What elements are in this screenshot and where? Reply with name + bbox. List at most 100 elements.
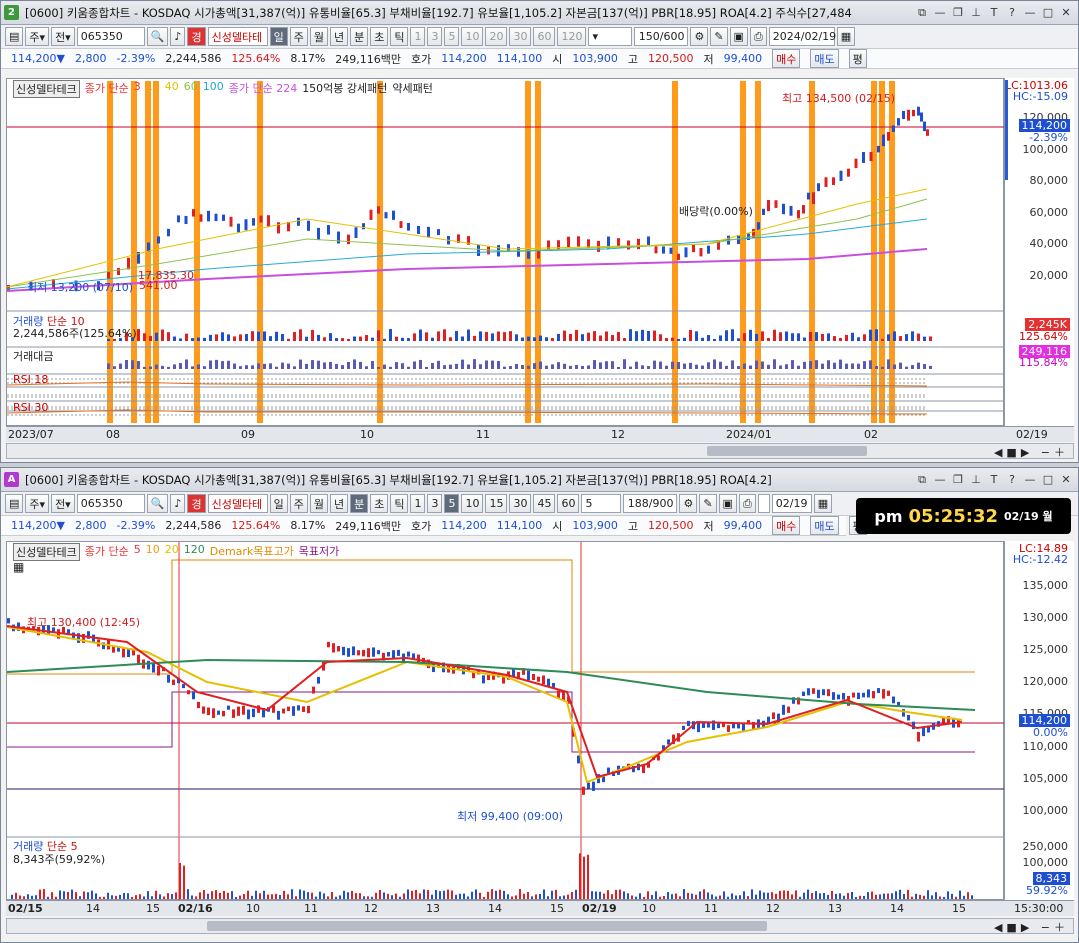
stock-code-input[interactable]: 065350 bbox=[76, 494, 145, 513]
sell-button[interactable]: 매도 bbox=[810, 516, 839, 535]
save-icon[interactable]: ▣ bbox=[718, 494, 737, 513]
help-button[interactable]: ? bbox=[1004, 5, 1020, 20]
date-input[interactable]: 02/19 bbox=[771, 494, 812, 513]
draw-icon[interactable]: ✎ bbox=[710, 27, 728, 46]
period-day[interactable]: 일 bbox=[269, 27, 288, 46]
bottom-scroll-bar[interactable]: ◀■▶ −＋ bbox=[6, 918, 1074, 934]
interval-5[interactable]: 5 bbox=[444, 494, 460, 513]
minimize-button[interactable]: — bbox=[932, 472, 948, 487]
zoom-controls[interactable]: ◀■▶ −＋ bbox=[994, 444, 1069, 460]
print-icon[interactable]: ⎙ bbox=[738, 494, 756, 513]
interval-3[interactable]: 3 bbox=[427, 27, 443, 46]
volume-bar bbox=[497, 331, 500, 341]
settings-icon[interactable]: ⚙ bbox=[679, 494, 698, 513]
search-icon[interactable]: 🔍 bbox=[146, 494, 169, 513]
buy-button[interactable]: 매수 bbox=[772, 516, 801, 535]
date-input[interactable]: 2024/02/19 bbox=[768, 27, 836, 46]
interval-input[interactable]: 5 bbox=[581, 494, 622, 513]
help-button[interactable]: ? bbox=[1004, 472, 1020, 487]
period-second[interactable]: 초 bbox=[370, 27, 389, 46]
stock-type-select[interactable]: 주▾ bbox=[25, 494, 50, 513]
stock-type-select[interactable]: 주▾ bbox=[25, 27, 50, 46]
restore-button[interactable]: ❐ bbox=[950, 5, 966, 20]
volume-bar bbox=[587, 332, 590, 341]
interval-120[interactable]: 120 bbox=[557, 27, 587, 46]
period-week[interactable]: 주 bbox=[289, 494, 308, 513]
top-scroll-bar[interactable]: ◀■▶ −＋ bbox=[6, 443, 1074, 459]
restore-button[interactable]: ❐ bbox=[950, 472, 966, 487]
zoom-controls[interactable]: ◀■▶ −＋ bbox=[994, 919, 1069, 935]
interval-30[interactable]: 30 bbox=[509, 494, 532, 513]
bottom-price-chart[interactable]: 신성델타테크 종가 단순 5 10 20 120 Demark목표고가 목표저가… bbox=[6, 541, 1005, 901]
minimize2-button[interactable]: — bbox=[1022, 472, 1038, 487]
link-icon[interactable]: ⧉ bbox=[914, 472, 930, 487]
period-week[interactable]: 주 bbox=[289, 27, 308, 46]
interval-5[interactable]: 5 bbox=[444, 27, 460, 46]
maximize-button[interactable]: □ bbox=[1040, 472, 1056, 487]
volume-bar bbox=[359, 893, 361, 899]
interval-3[interactable]: 3 bbox=[427, 494, 443, 513]
interval-20[interactable]: 20 bbox=[485, 27, 508, 46]
period-year[interactable]: 년 bbox=[329, 494, 349, 513]
date-checkbox[interactable] bbox=[757, 494, 770, 513]
scroll-thumb[interactable] bbox=[207, 921, 767, 931]
sound-icon[interactable]: ♪ bbox=[170, 27, 186, 46]
menu-grid-icon[interactable]: ▤ bbox=[5, 494, 24, 513]
close-button[interactable]: ✕ bbox=[1058, 472, 1074, 487]
menu-grid-icon[interactable]: ▤ bbox=[5, 27, 24, 46]
eval-button[interactable]: 평 bbox=[848, 49, 867, 68]
interval-1[interactable]: 1 bbox=[410, 494, 426, 513]
grid-icon[interactable]: ▦ bbox=[13, 560, 24, 574]
close-button[interactable]: ✕ bbox=[1058, 5, 1074, 20]
volume-bar bbox=[39, 889, 41, 899]
price-candle bbox=[202, 706, 205, 714]
count-input[interactable]: 150/600 bbox=[634, 27, 689, 46]
alert-badge[interactable]: 경 bbox=[187, 494, 206, 513]
sound-icon[interactable]: ♪ bbox=[170, 494, 186, 513]
market-select[interactable]: 전▾ bbox=[51, 27, 75, 46]
period-minute[interactable]: 분 bbox=[350, 494, 369, 513]
save-icon[interactable]: ▣ bbox=[729, 27, 748, 46]
link-icon[interactable]: ⧉ bbox=[914, 5, 930, 20]
interval-30[interactable]: 30 bbox=[509, 27, 532, 46]
interval-15[interactable]: 15 bbox=[485, 494, 508, 513]
settings-icon[interactable]: ⚙ bbox=[690, 27, 709, 46]
sell-button[interactable]: 매도 bbox=[810, 49, 839, 68]
low-price: 99,400 bbox=[723, 519, 763, 532]
calendar-icon[interactable]: ▦ bbox=[836, 27, 856, 46]
alert-badge[interactable]: 경 bbox=[187, 27, 206, 46]
stock-code-input[interactable]: 065350 bbox=[76, 27, 145, 46]
interval-60[interactable]: 60 bbox=[557, 494, 580, 513]
minimize-button[interactable]: — bbox=[932, 5, 948, 20]
top-price-chart[interactable]: 신성델타테크 종가 단순 3 15 40 60 100 종가 단순 224 15… bbox=[6, 78, 1005, 426]
period-day[interactable]: 일 bbox=[269, 494, 288, 513]
volume-bar bbox=[687, 892, 689, 899]
print-icon[interactable]: ⎙ bbox=[749, 27, 767, 46]
interval-45[interactable]: 45 bbox=[533, 494, 556, 513]
minimize2-button[interactable]: — bbox=[1022, 5, 1038, 20]
pin-icon[interactable]: ⊥ bbox=[968, 472, 984, 487]
interval-10[interactable]: 10 bbox=[461, 27, 484, 46]
interval-60[interactable]: 60 bbox=[533, 27, 556, 46]
period-year[interactable]: 년 bbox=[329, 27, 349, 46]
draw-icon[interactable]: ✎ bbox=[699, 494, 717, 513]
calendar-icon[interactable]: ▦ bbox=[813, 494, 833, 513]
period-month[interactable]: 월 bbox=[309, 494, 328, 513]
scroll-thumb[interactable] bbox=[707, 446, 867, 456]
text-icon[interactable]: T bbox=[986, 5, 1002, 20]
maximize-button[interactable]: □ bbox=[1040, 5, 1056, 20]
interval-10[interactable]: 10 bbox=[461, 494, 484, 513]
count-input[interactable]: 188/900 bbox=[623, 494, 678, 513]
period-second[interactable]: 초 bbox=[370, 494, 389, 513]
period-tick[interactable]: 틱 bbox=[390, 27, 409, 46]
period-month[interactable]: 월 bbox=[309, 27, 328, 46]
period-minute[interactable]: 분 bbox=[350, 27, 369, 46]
interval-input[interactable]: ▾ bbox=[588, 27, 633, 46]
buy-button[interactable]: 매수 bbox=[772, 49, 801, 68]
period-tick[interactable]: 틱 bbox=[390, 494, 409, 513]
pin-icon[interactable]: ⊥ bbox=[968, 5, 984, 20]
text-icon[interactable]: T bbox=[986, 472, 1002, 487]
market-select[interactable]: 전▾ bbox=[51, 494, 75, 513]
interval-1[interactable]: 1 bbox=[410, 27, 426, 46]
search-icon[interactable]: 🔍 bbox=[146, 27, 169, 46]
